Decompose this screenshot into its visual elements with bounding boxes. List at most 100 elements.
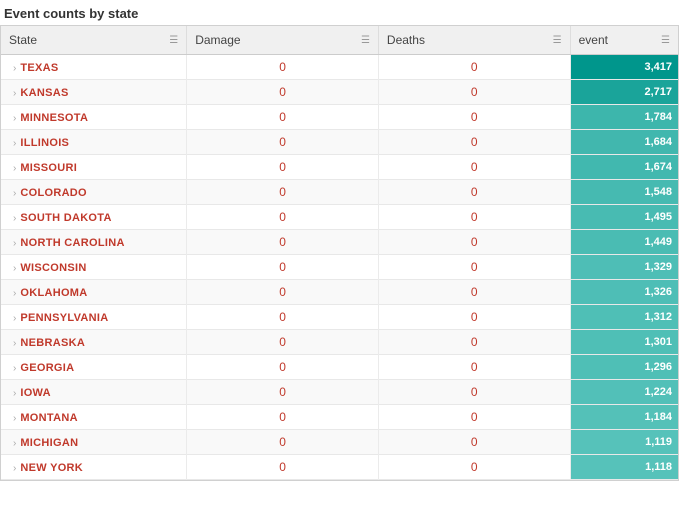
event-bar: 1,296 — [571, 355, 678, 379]
damage-cell: 0 — [187, 80, 379, 105]
col-header-event[interactable]: event ☰ — [570, 26, 678, 55]
event-bar-container: 1,326 — [571, 280, 678, 304]
table-row[interactable]: ›NORTH CAROLINA001,449 — [1, 230, 678, 255]
damage-cell: 0 — [187, 105, 379, 130]
damage-cell: 0 — [187, 205, 379, 230]
event-bar: 3,417 — [571, 55, 678, 79]
event-bar-container: 1,449 — [571, 230, 678, 254]
table-row[interactable]: ›OKLAHOMA001,326 — [1, 280, 678, 305]
sort-icon-damage[interactable]: ☰ — [361, 35, 370, 46]
state-cell: ›MICHIGAN — [1, 430, 187, 455]
row-expand-icon[interactable]: › — [9, 283, 20, 304]
col-header-deaths[interactable]: Deaths ☰ — [378, 26, 570, 55]
row-expand-icon[interactable]: › — [9, 108, 20, 129]
event-cell: 1,495 — [570, 205, 678, 230]
event-bar-container: 1,684 — [571, 130, 678, 154]
damage-cell: 0 — [187, 455, 379, 480]
table-row[interactable]: ›SOUTH DAKOTA001,495 — [1, 205, 678, 230]
table-row[interactable]: ›PENNSYLVANIA001,312 — [1, 305, 678, 330]
row-expand-icon[interactable]: › — [9, 308, 20, 329]
table-body: ›TEXAS003,417›KANSAS002,717›MINNESOTA001… — [1, 55, 678, 480]
sort-icon-event[interactable]: ☰ — [661, 35, 670, 46]
table-row[interactable]: ›GEORGIA001,296 — [1, 355, 678, 380]
deaths-cell: 0 — [378, 380, 570, 405]
table-row[interactable]: ›MICHIGAN001,119 — [1, 430, 678, 455]
state-name: WISCONSIN — [20, 262, 86, 274]
row-expand-icon[interactable]: › — [9, 433, 20, 454]
event-cell: 1,118 — [570, 455, 678, 480]
deaths-cell: 0 — [378, 330, 570, 355]
state-name: NORTH CAROLINA — [20, 237, 124, 249]
state-cell: ›KANSAS — [1, 80, 187, 105]
sort-icon-state[interactable]: ☰ — [169, 35, 178, 46]
damage-cell: 0 — [187, 280, 379, 305]
state-name: SOUTH DAKOTA — [20, 212, 111, 224]
event-cell: 1,329 — [570, 255, 678, 280]
row-expand-icon[interactable]: › — [9, 183, 20, 204]
damage-cell: 0 — [187, 430, 379, 455]
event-bar: 1,449 — [571, 230, 678, 254]
table-row[interactable]: ›NEW YORK001,118 — [1, 455, 678, 480]
state-cell: ›NORTH CAROLINA — [1, 230, 187, 255]
table-row[interactable]: ›TEXAS003,417 — [1, 55, 678, 80]
row-expand-icon[interactable]: › — [9, 458, 20, 479]
deaths-cell: 0 — [378, 205, 570, 230]
table-row[interactable]: ›KANSAS002,717 — [1, 80, 678, 105]
table-row[interactable]: ›WISCONSIN001,329 — [1, 255, 678, 280]
table-row[interactable]: ›MONTANA001,184 — [1, 405, 678, 430]
row-expand-icon[interactable]: › — [9, 258, 20, 279]
row-expand-icon[interactable]: › — [9, 133, 20, 154]
row-expand-icon[interactable]: › — [9, 408, 20, 429]
state-cell: ›GEORGIA — [1, 355, 187, 380]
event-cell: 1,301 — [570, 330, 678, 355]
row-expand-icon[interactable]: › — [9, 158, 20, 179]
event-cell: 1,296 — [570, 355, 678, 380]
row-expand-icon[interactable]: › — [9, 83, 20, 104]
state-name: MINNESOTA — [20, 112, 88, 124]
widget-title: Event counts by state — [0, 0, 679, 25]
deaths-cell: 0 — [378, 180, 570, 205]
table-row[interactable]: ›MISSOURI001,674 — [1, 155, 678, 180]
state-cell: ›MONTANA — [1, 405, 187, 430]
sort-icon-deaths[interactable]: ☰ — [553, 35, 562, 46]
state-cell: ›NEBRASKA — [1, 330, 187, 355]
event-cell: 1,184 — [570, 405, 678, 430]
table-row[interactable]: ›ILLINOIS001,684 — [1, 130, 678, 155]
state-name: PENNSYLVANIA — [20, 312, 108, 324]
deaths-cell: 0 — [378, 130, 570, 155]
event-bar-container: 1,184 — [571, 405, 678, 429]
damage-cell: 0 — [187, 305, 379, 330]
event-bar-container: 1,312 — [571, 305, 678, 329]
table-row[interactable]: ›IOWA001,224 — [1, 380, 678, 405]
row-expand-icon[interactable]: › — [9, 358, 20, 379]
state-name: ILLINOIS — [20, 137, 69, 149]
table-row[interactable]: ›MINNESOTA001,784 — [1, 105, 678, 130]
event-bar-container: 1,296 — [571, 355, 678, 379]
event-cell: 1,548 — [570, 180, 678, 205]
event-cell: 2,717 — [570, 80, 678, 105]
event-bar: 1,495 — [571, 205, 678, 229]
table-row[interactable]: ›NEBRASKA001,301 — [1, 330, 678, 355]
event-bar: 1,224 — [571, 380, 678, 404]
damage-cell: 0 — [187, 355, 379, 380]
row-expand-icon[interactable]: › — [9, 333, 20, 354]
state-cell: ›SOUTH DAKOTA — [1, 205, 187, 230]
col-header-damage[interactable]: Damage ☰ — [187, 26, 379, 55]
state-cell: ›IOWA — [1, 380, 187, 405]
row-expand-icon[interactable]: › — [9, 58, 20, 79]
table-row[interactable]: ›COLORADO001,548 — [1, 180, 678, 205]
state-name: MICHIGAN — [20, 437, 78, 449]
table-container: State ☰ Damage ☰ Deaths ☰ — [0, 25, 679, 481]
state-cell: ›PENNSYLVANIA — [1, 305, 187, 330]
deaths-cell: 0 — [378, 280, 570, 305]
col-header-state[interactable]: State ☰ — [1, 26, 187, 55]
state-name: KANSAS — [20, 87, 68, 99]
row-expand-icon[interactable]: › — [9, 233, 20, 254]
state-name: MONTANA — [20, 412, 78, 424]
event-cell: 1,674 — [570, 155, 678, 180]
state-cell: ›WISCONSIN — [1, 255, 187, 280]
event-cell: 1,119 — [570, 430, 678, 455]
event-cell: 1,312 — [570, 305, 678, 330]
row-expand-icon[interactable]: › — [9, 383, 20, 404]
row-expand-icon[interactable]: › — [9, 208, 20, 229]
